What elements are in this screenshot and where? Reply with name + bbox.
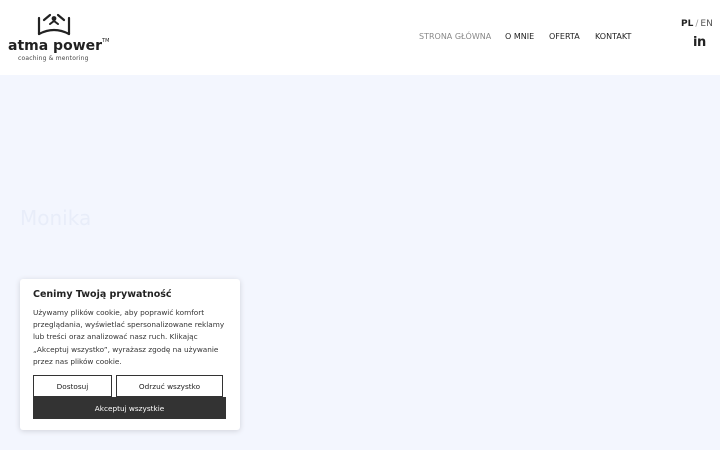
hero-name: Monika	[20, 206, 92, 230]
cookie-description: Używamy plików cookie, aby poprawić komf…	[33, 308, 225, 366]
brand-tagline: coaching & mentoring	[18, 55, 89, 62]
site-header: atma powerTM coaching & mentoring STRONA…	[0, 0, 720, 75]
lang-en-link[interactable]: EN	[700, 19, 712, 29]
cookie-consent-dialog: Cenimy Twoją prywatność Używamy plików c…	[20, 279, 240, 430]
linkedin-icon[interactable]: in	[693, 35, 706, 50]
reject-all-button[interactable]: Odrzuć wszystko	[116, 375, 223, 397]
brand-logo[interactable]: atma powerTM coaching & mentoring	[8, 12, 110, 64]
nav-item-home[interactable]: STRONA GŁÓWNA	[419, 32, 491, 44]
brand-name: atma powerTM	[8, 38, 110, 54]
lang-separator: /	[695, 19, 699, 29]
lang-pl-link[interactable]: PL	[681, 19, 693, 29]
language-switcher: PL / EN	[681, 19, 713, 29]
hero-title: Monika	[20, 206, 91, 230]
accept-all-button[interactable]: Akceptuj wszystkie	[33, 397, 226, 419]
nav-item-about[interactable]: O MNIE	[505, 32, 534, 44]
logo-mark-icon	[37, 13, 71, 36]
trademark-mark: TM	[102, 38, 110, 44]
nav-item-offer[interactable]: OFERTA	[549, 32, 580, 44]
nav-item-contact[interactable]: KONTAKT	[595, 32, 631, 44]
cookie-title: Cenimy Twoją prywatność	[33, 289, 172, 300]
customize-button[interactable]: Dostosuj	[33, 375, 112, 397]
